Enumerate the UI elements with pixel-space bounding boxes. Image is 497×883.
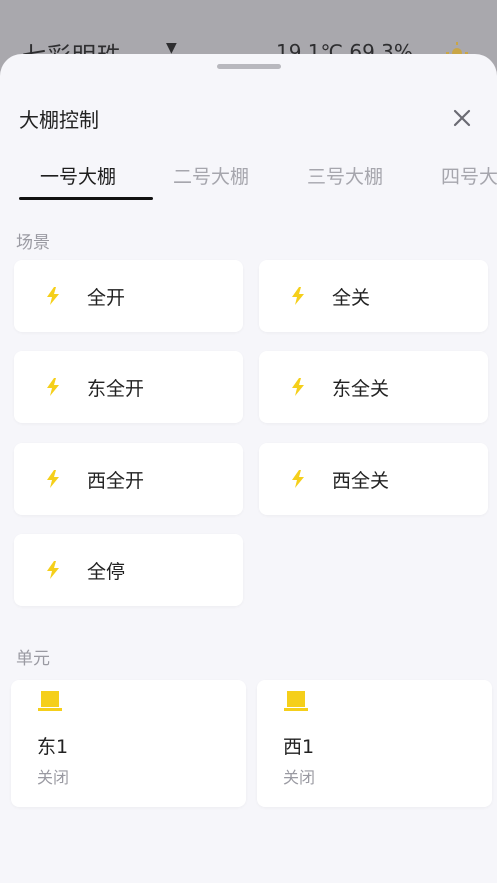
lightning-icon [292,287,304,305]
lightning-icon [47,561,59,579]
greenhouse-control-sheet: 大棚控制 一号大棚 二号大棚 三号大棚 四号大棚 场景 全开 全关 东全开 东全… [0,54,497,883]
units-heading: 单元 [16,649,50,669]
tab-greenhouse-4[interactable]: 四号大棚 [441,162,497,189]
scene-card-all-close[interactable]: 全关 [259,260,488,332]
curtain-motor-icon [38,691,62,711]
scene-card-east-close[interactable]: 东全关 [259,351,488,423]
lightning-icon [292,378,304,396]
scene-card-west-open[interactable]: 西全开 [14,443,243,515]
scene-card-all-open[interactable]: 全开 [14,260,243,332]
scene-label: 全停 [87,561,126,583]
greenhouse-tabs: 一号大棚 二号大棚 三号大棚 四号大棚 [0,154,497,202]
lightning-icon [292,470,304,488]
drag-handle[interactable] [217,64,281,69]
scene-card-west-close[interactable]: 西全关 [259,443,488,515]
scene-card-all-stop[interactable]: 全停 [14,534,243,606]
scene-card-east-open[interactable]: 东全开 [14,351,243,423]
scene-label: 东全关 [332,378,390,400]
unit-status: 关闭 [283,768,316,787]
tab-greenhouse-3[interactable]: 三号大棚 [307,162,383,189]
unit-name: 西1 [283,736,315,758]
lightning-icon [47,287,59,305]
close-icon[interactable] [448,104,476,132]
curtain-motor-icon [284,691,308,711]
scene-label: 东全开 [87,378,145,400]
lightning-icon [47,378,59,396]
sheet-title: 大棚控制 [19,108,99,132]
active-tab-indicator [19,197,153,200]
scene-label: 西全开 [87,470,145,492]
lightning-icon [47,470,59,488]
unit-status: 关闭 [37,768,70,787]
scene-label: 西全关 [332,470,390,492]
unit-card-west-1[interactable]: 西1 关闭 [257,680,492,807]
unit-card-east-1[interactable]: 东1 关闭 [11,680,246,807]
scenes-heading: 场景 [16,233,50,253]
tab-greenhouse-2[interactable]: 二号大棚 [173,162,249,189]
scene-label: 全开 [87,287,126,309]
unit-name: 东1 [37,736,69,758]
tab-greenhouse-1[interactable]: 一号大棚 [40,162,116,189]
scene-label: 全关 [332,287,371,309]
